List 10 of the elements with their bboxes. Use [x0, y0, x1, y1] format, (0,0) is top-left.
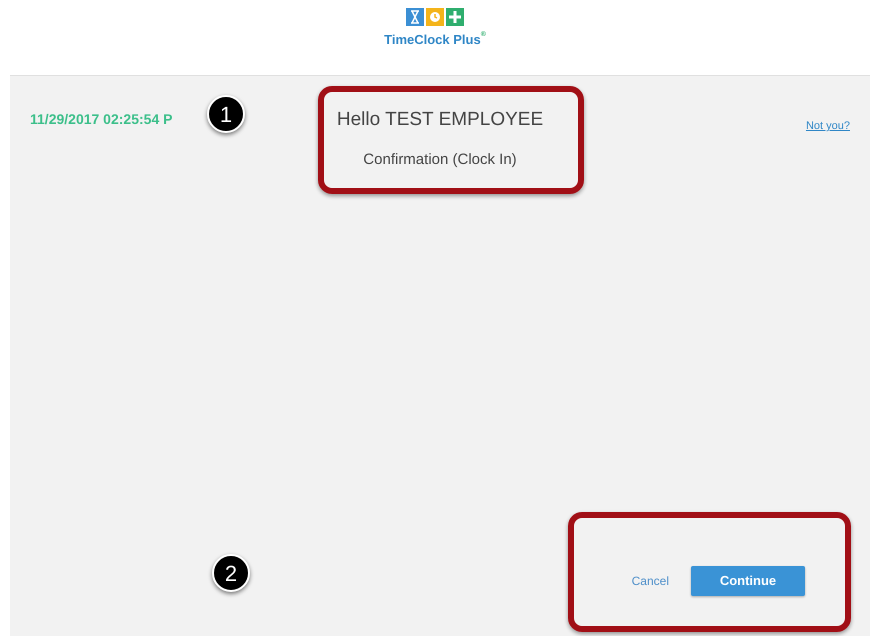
- clock-icon: [426, 8, 444, 26]
- cancel-link[interactable]: Cancel: [632, 572, 669, 590]
- brand-name: TimeClock Plus: [384, 32, 481, 49]
- timestamp: 11/29/2017 02:25:54 P: [30, 111, 172, 127]
- plus-icon: [446, 8, 464, 26]
- greeting: Hello TEST EMPLOYEE: [336, 108, 544, 132]
- hourglass-icon: [406, 8, 424, 26]
- not-you-link[interactable]: Not you?: [806, 118, 850, 134]
- subtitle: Confirmation (Clock In): [363, 150, 517, 170]
- continue-button[interactable]: Continue: [691, 566, 805, 596]
